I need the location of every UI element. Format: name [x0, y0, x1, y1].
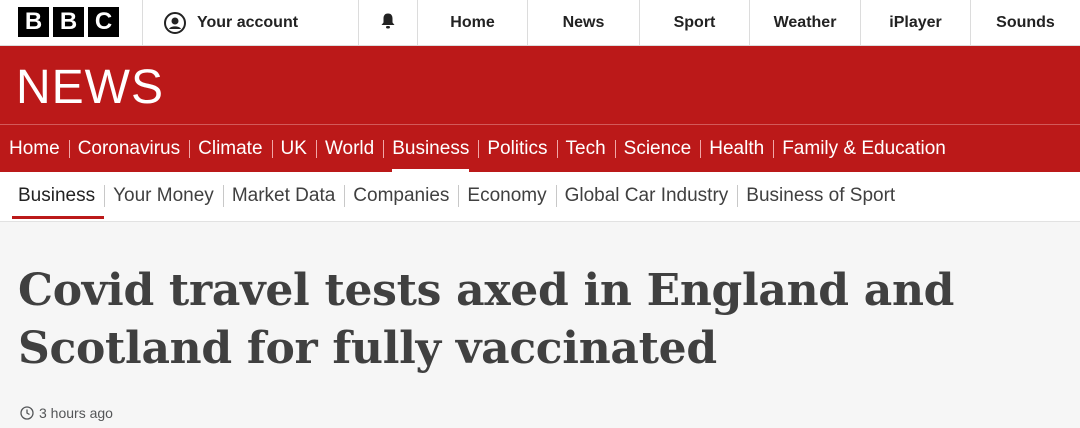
article-headline: Covid travel tests axed in England and S…: [18, 265, 955, 374]
subnav-economy[interactable]: Economy: [458, 172, 555, 222]
bell-icon: [379, 12, 397, 35]
subnav-companies[interactable]: Companies: [344, 172, 458, 222]
news-masthead: NEWS Home Coronavirus Climate UK World B…: [0, 46, 1080, 172]
mainnav-tech[interactable]: Tech: [556, 125, 615, 172]
mainnav-politics[interactable]: Politics: [478, 125, 556, 172]
topnav-news[interactable]: News: [527, 0, 639, 46]
mainnav-science[interactable]: Science: [614, 125, 701, 172]
bbc-logo-block: C: [88, 7, 119, 37]
topnav-weather[interactable]: Weather: [749, 0, 860, 46]
topnav-sounds[interactable]: Sounds: [970, 0, 1080, 46]
bbc-top-bar: B B C Your account Home News Sport Weath…: [0, 0, 1080, 46]
news-logo[interactable]: NEWS: [16, 60, 164, 116]
mainnav-uk[interactable]: UK: [271, 125, 316, 172]
account-label: Your account: [197, 14, 299, 31]
subnav-market-data[interactable]: Market Data: [222, 172, 344, 222]
subnav-your-money[interactable]: Your Money: [104, 172, 223, 222]
bbc-logo-block: B: [18, 7, 49, 37]
bbc-logo-block: B: [53, 7, 84, 37]
subnav-business[interactable]: Business: [9, 172, 105, 222]
article-timestamp: 3 hours ago: [20, 403, 113, 423]
topnav-home[interactable]: Home: [417, 0, 527, 46]
business-sub-nav: Business Your Money Market Data Companie…: [0, 172, 1080, 222]
account-link[interactable]: Your account: [142, 0, 357, 46]
timestamp-text: 3 hours ago: [39, 405, 113, 421]
mainnav-climate[interactable]: Climate: [189, 125, 271, 172]
mainnav-health[interactable]: Health: [700, 125, 773, 172]
news-main-nav: Home Coronavirus Climate UK World Busine…: [0, 125, 955, 172]
account-icon: [163, 11, 187, 35]
subnav-global-car-industry[interactable]: Global Car Industry: [555, 172, 738, 222]
mainnav-family-education[interactable]: Family & Education: [773, 125, 955, 172]
topnav-sport[interactable]: Sport: [639, 0, 749, 46]
bbc-logo[interactable]: B B C: [18, 7, 119, 37]
mainnav-business[interactable]: Business: [383, 125, 478, 172]
clock-icon: [20, 406, 34, 420]
subnav-business-of-sport[interactable]: Business of Sport: [737, 172, 904, 222]
topnav-iplayer[interactable]: iPlayer: [860, 0, 970, 46]
notifications-button[interactable]: [358, 0, 416, 46]
mainnav-world[interactable]: World: [315, 125, 383, 172]
mainnav-home[interactable]: Home: [0, 125, 69, 172]
mainnav-coronavirus[interactable]: Coronavirus: [68, 125, 189, 172]
